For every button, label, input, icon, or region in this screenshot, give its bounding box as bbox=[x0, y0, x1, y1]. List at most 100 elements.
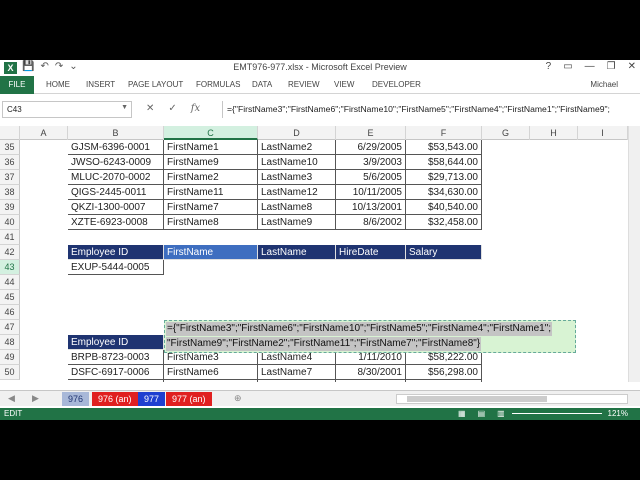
page-break-view-icon[interactable]: ▥ bbox=[497, 409, 505, 418]
column-header[interactable]: B bbox=[68, 126, 164, 140]
table-cell[interactable]: $36,264.00 bbox=[406, 380, 482, 382]
tab-view[interactable]: VIEW bbox=[334, 80, 354, 89]
table-cell[interactable]: DWTP-6758-0010 bbox=[68, 380, 164, 382]
row-header[interactable]: 36 bbox=[0, 155, 20, 170]
row-header[interactable]: 37 bbox=[0, 170, 20, 185]
table-cell[interactable]: $56,298.00 bbox=[406, 365, 482, 380]
close-icon[interactable]: ✕ bbox=[628, 61, 636, 72]
ribbon-display-icon[interactable]: ▭ bbox=[563, 61, 572, 72]
enter-icon[interactable]: ✓ bbox=[168, 103, 176, 114]
column-header[interactable]: C bbox=[164, 126, 258, 140]
worksheet-grid[interactable]: A B C D E F G H I 35 36 37 38 39 40 41 42 43 44 45… bbox=[0, 126, 640, 382]
table-cell[interactable]: XZTE-6923-0008 bbox=[68, 215, 164, 230]
table-cell[interactable]: 5/6/2005 bbox=[336, 170, 406, 185]
next-sheet-icon[interactable]: ▶ bbox=[32, 393, 39, 404]
row-header[interactable]: 42 bbox=[0, 245, 20, 260]
table-cell[interactable]: $34,630.00 bbox=[406, 185, 482, 200]
user-account[interactable]: Michael bbox=[590, 80, 618, 89]
row-header[interactable]: 46 bbox=[0, 305, 20, 320]
column-header[interactable]: D bbox=[258, 126, 336, 140]
table-cell[interactable]: DSFC-6917-0006 bbox=[68, 365, 164, 380]
lookup-id-cell[interactable]: EXUP-5444-0005 bbox=[68, 260, 164, 275]
tab-insert[interactable]: INSERT bbox=[86, 80, 115, 89]
table-cell[interactable]: LastName10 bbox=[258, 155, 336, 170]
sheet-tab[interactable]: 976 bbox=[62, 392, 90, 406]
table-cell[interactable]: 10/13/2001 bbox=[336, 200, 406, 215]
lookup-header-cell[interactable]: HireDate bbox=[336, 245, 406, 260]
table-cell[interactable]: QIGS-2445-0011 bbox=[68, 185, 164, 200]
minimize-icon[interactable]: — bbox=[585, 61, 595, 72]
formula-input[interactable]: ={"FirstName3";"FirstName6";"FirstName10… bbox=[222, 101, 637, 118]
table-cell[interactable]: $53,543.00 bbox=[406, 140, 482, 155]
sheet-tab[interactable]: 976 (an) bbox=[92, 392, 138, 406]
add-sheet-icon[interactable]: ⊕ bbox=[234, 393, 242, 404]
restore-icon[interactable]: ❐ bbox=[607, 61, 616, 72]
help-icon[interactable]: ? bbox=[546, 61, 552, 72]
tab-review[interactable]: REVIEW bbox=[288, 80, 320, 89]
row-header[interactable]: 48 bbox=[0, 335, 20, 350]
cancel-icon[interactable]: ✕ bbox=[146, 103, 154, 114]
row-header[interactable]: 35 bbox=[0, 140, 20, 155]
row-header[interactable]: 45 bbox=[0, 290, 20, 305]
row-header[interactable]: 44 bbox=[0, 275, 20, 290]
table-cell[interactable]: $32,458.00 bbox=[406, 215, 482, 230]
zoom-slider[interactable] bbox=[512, 413, 602, 414]
table-cell[interactable]: FirstName2 bbox=[164, 170, 258, 185]
column-header[interactable]: E bbox=[336, 126, 406, 140]
table-cell[interactable]: 8/6/2002 bbox=[336, 215, 406, 230]
tab-data[interactable]: DATA bbox=[252, 80, 272, 89]
tab-page-layout[interactable]: PAGE LAYOUT bbox=[128, 80, 183, 89]
table-cell[interactable]: $40,540.00 bbox=[406, 200, 482, 215]
table-cell[interactable]: MLUC-2070-0002 bbox=[68, 170, 164, 185]
horizontal-scrollbar[interactable] bbox=[396, 394, 628, 404]
table-cell[interactable]: 11/7/2003 bbox=[336, 380, 406, 382]
table-cell[interactable]: FirstName6 bbox=[164, 365, 258, 380]
table-cell[interactable]: LastName8 bbox=[258, 200, 336, 215]
column-header[interactable]: H bbox=[530, 126, 578, 140]
lookup-header-cell[interactable]: Salary bbox=[406, 245, 482, 260]
sheet-tab[interactable]: 977 bbox=[138, 392, 166, 406]
table-cell[interactable]: 3/9/2003 bbox=[336, 155, 406, 170]
row-header[interactable]: 49 bbox=[0, 350, 20, 365]
table-cell[interactable]: BRPB-8723-0003 bbox=[68, 350, 164, 365]
row-header[interactable]: 40 bbox=[0, 215, 20, 230]
table-cell[interactable]: FirstName11 bbox=[164, 185, 258, 200]
tab-developer[interactable]: DEVELOPER bbox=[372, 80, 421, 89]
table-cell[interactable]: LastName7 bbox=[258, 365, 336, 380]
table-cell[interactable]: LastName2 bbox=[258, 140, 336, 155]
insert-function-icon[interactable]: fx bbox=[191, 103, 200, 114]
tab-file[interactable]: FILE bbox=[0, 76, 34, 94]
row-header[interactable]: 41 bbox=[0, 230, 20, 245]
row-header[interactable]: 38 bbox=[0, 185, 20, 200]
table-cell[interactable]: LastName12 bbox=[258, 185, 336, 200]
table-cell[interactable]: FirstName8 bbox=[164, 215, 258, 230]
table-cell[interactable]: LastName11 bbox=[258, 380, 336, 382]
name-box[interactable]: C43 ▼ bbox=[2, 101, 132, 118]
table-cell[interactable]: FirstName10 bbox=[164, 380, 258, 382]
table-cell[interactable]: LastName3 bbox=[258, 170, 336, 185]
chevron-down-icon[interactable]: ▼ bbox=[121, 104, 128, 111]
table-cell[interactable]: FirstName9 bbox=[164, 155, 258, 170]
lookup-header-cell[interactable]: Employee ID bbox=[68, 245, 164, 260]
select-all-corner[interactable] bbox=[0, 126, 20, 140]
prev-sheet-icon[interactable]: ◀ bbox=[8, 393, 15, 404]
sheet-tab[interactable]: 977 (an) bbox=[166, 392, 212, 406]
table-cell[interactable]: JWSO-6243-0009 bbox=[68, 155, 164, 170]
zoom-level[interactable]: 121% bbox=[608, 409, 628, 418]
tab-formulas[interactable]: FORMULAS bbox=[196, 80, 240, 89]
table-cell[interactable]: FirstName1 bbox=[164, 140, 258, 155]
column-header[interactable]: F bbox=[406, 126, 482, 140]
table-cell[interactable]: 10/11/2005 bbox=[336, 185, 406, 200]
tab-home[interactable]: HOME bbox=[46, 80, 70, 89]
column-header[interactable]: A bbox=[20, 126, 68, 140]
column-header[interactable]: G bbox=[482, 126, 530, 140]
table-cell[interactable]: 8/30/2001 bbox=[336, 365, 406, 380]
column-header[interactable]: I bbox=[578, 126, 628, 140]
page-layout-view-icon[interactable]: ▤ bbox=[478, 409, 486, 418]
table-cell[interactable]: $58,644.00 bbox=[406, 155, 482, 170]
table-cell[interactable]: QKZI-1300-0007 bbox=[68, 200, 164, 215]
row-header[interactable]: 47 bbox=[0, 320, 20, 335]
normal-view-icon[interactable]: ▦ bbox=[458, 409, 466, 418]
row-header[interactable]: 39 bbox=[0, 200, 20, 215]
table-cell[interactable]: GJSM-6396-0001 bbox=[68, 140, 164, 155]
